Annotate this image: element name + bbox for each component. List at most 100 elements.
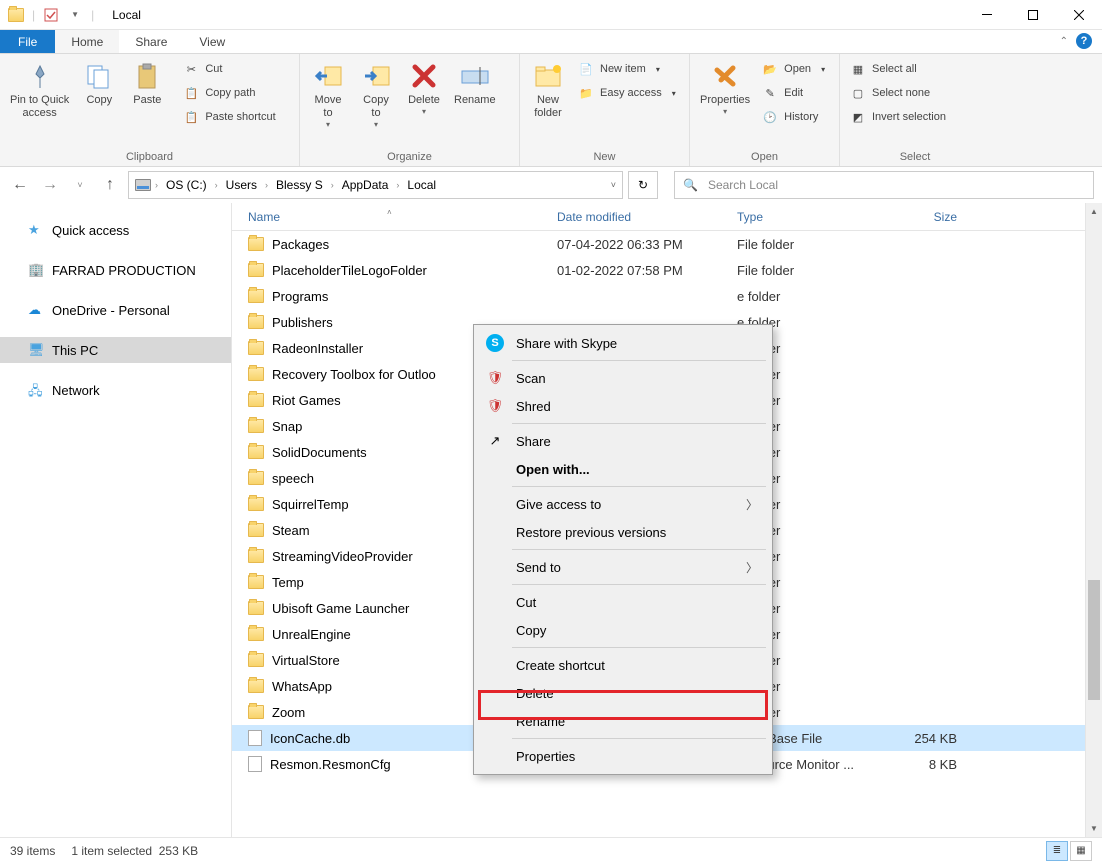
tree-farrad[interactable]: 🏢FARRAD PRODUCTION <box>0 257 231 283</box>
address-bar[interactable]: › OS (C:)› Users› Blessy S› AppData› Loc… <box>128 171 623 199</box>
file-name: Riot Games <box>272 393 341 408</box>
file-row[interactable]: Packages07-04-2022 06:33 PMFile folder <box>232 231 1085 257</box>
tab-file[interactable]: File <box>0 30 55 53</box>
cm-properties[interactable]: Properties <box>476 742 770 770</box>
scroll-up-icon[interactable]: ▲ <box>1086 203 1102 220</box>
delete-button[interactable]: Delete ▾ <box>402 58 446 118</box>
tree-onedrive[interactable]: ☁OneDrive - Personal <box>0 297 231 323</box>
file-name: Steam <box>272 523 310 538</box>
properties-button[interactable]: Properties ▾ <box>696 58 754 118</box>
star-icon: ★ <box>28 222 44 238</box>
cm-scan[interactable]: 🛡Scan <box>476 364 770 392</box>
qat-divider: | <box>32 8 35 22</box>
copy-button[interactable]: Copy <box>77 58 121 109</box>
cut-button[interactable]: ✂Cut <box>179 58 279 80</box>
tree-this-pc[interactable]: 🖥This PC <box>0 337 231 363</box>
select-all-button[interactable]: ▦Select all <box>846 58 950 80</box>
cm-rename[interactable]: Rename <box>476 707 770 735</box>
back-button[interactable]: ← <box>8 173 32 197</box>
copy-path-button[interactable]: 📋Copy path <box>179 82 279 104</box>
copy-to-button[interactable]: Copy to ▾ <box>354 58 398 131</box>
file-name: Snap <box>272 419 302 434</box>
copy-path-icon: 📋 <box>183 85 199 101</box>
new-folder-button[interactable]: New folder <box>526 58 570 122</box>
file-name: SquirrelTemp <box>272 497 349 512</box>
easy-access-button[interactable]: 📁Easy access▾ <box>574 82 680 104</box>
address-dropdown-icon[interactable]: ˅ <box>611 180 616 190</box>
file-row[interactable]: Programse folder <box>232 283 1085 309</box>
cm-give-access[interactable]: Give access to〉 <box>476 490 770 518</box>
column-type[interactable]: Type <box>737 210 887 224</box>
cm-restore[interactable]: Restore previous versions <box>476 518 770 546</box>
cm-open-with[interactable]: Open with... <box>476 455 770 483</box>
file-name: Packages <box>272 237 329 252</box>
collapse-ribbon-icon[interactable]: ⌃ <box>1060 36 1068 47</box>
folder-app-icon <box>8 7 24 23</box>
scroll-down-icon[interactable]: ▼ <box>1086 820 1102 837</box>
icons-view-icon[interactable]: ▦ <box>1070 841 1092 861</box>
tree-network[interactable]: 🖧Network <box>0 377 231 403</box>
new-item-button[interactable]: 📄New item▾ <box>574 58 680 80</box>
cm-cut[interactable]: Cut <box>476 588 770 616</box>
breadcrumb-local[interactable]: Local <box>403 178 440 192</box>
qat-properties-icon[interactable] <box>43 7 59 23</box>
up-button[interactable]: ↑ <box>98 173 122 197</box>
close-button[interactable] <box>1056 0 1102 30</box>
refresh-button[interactable]: ↻ <box>628 171 658 199</box>
select-none-button[interactable]: ▢Select none <box>846 82 950 104</box>
edit-button[interactable]: ✎Edit <box>758 82 829 104</box>
cm-create-shortcut[interactable]: Create shortcut <box>476 651 770 679</box>
column-date[interactable]: Date modified <box>557 210 737 224</box>
vertical-scrollbar[interactable]: ▲ ▼ <box>1085 203 1102 837</box>
paste-button[interactable]: Paste <box>125 58 169 109</box>
folder-icon <box>248 523 264 537</box>
breadcrumb-user[interactable]: Blessy S <box>272 178 327 192</box>
cm-delete[interactable]: Delete <box>476 679 770 707</box>
scroll-thumb[interactable] <box>1088 580 1100 700</box>
recent-dropdown[interactable]: ˅ <box>68 173 92 197</box>
folder-icon <box>248 601 264 615</box>
cm-copy[interactable]: Copy <box>476 616 770 644</box>
tab-view[interactable]: View <box>183 30 241 53</box>
paste-shortcut-button[interactable]: 📋Paste shortcut <box>179 106 279 128</box>
qat-dropdown-icon[interactable]: ▼ <box>67 7 83 23</box>
open-button[interactable]: 📂Open▾ <box>758 58 829 80</box>
file-name: WhatsApp <box>272 679 332 694</box>
cm-send-to[interactable]: Send to〉 <box>476 553 770 581</box>
folder-icon <box>248 237 264 251</box>
details-view-icon[interactable]: ≣ <box>1046 841 1068 861</box>
minimize-button[interactable] <box>964 0 1010 30</box>
column-size[interactable]: Size <box>887 210 967 224</box>
cm-share[interactable]: ↗Share <box>476 427 770 455</box>
tree-quick-access[interactable]: ★Quick access <box>0 217 231 243</box>
folder-icon <box>248 263 264 277</box>
file-name: VirtualStore <box>272 653 340 668</box>
tab-home[interactable]: Home <box>55 30 119 53</box>
status-selected: 1 item selected 253 KB <box>71 844 198 858</box>
breadcrumb-os[interactable]: OS (C:) <box>162 178 211 192</box>
rename-button[interactable]: Rename <box>450 58 500 109</box>
file-name: PlaceholderTileLogoFolder <box>272 263 427 278</box>
invert-icon: ◩ <box>850 109 866 125</box>
paste-shortcut-icon: 📋 <box>183 109 199 125</box>
cm-share-skype[interactable]: SShare with Skype <box>476 329 770 357</box>
maximize-button[interactable] <box>1010 0 1056 30</box>
breadcrumb-appdata[interactable]: AppData <box>338 178 393 192</box>
move-to-button[interactable]: Move to ▾ <box>306 58 350 131</box>
share-icon: ↗ <box>486 432 504 450</box>
menu-bar: File Home Share View ⌃ ? <box>0 30 1102 54</box>
cm-shred[interactable]: 🛡Shred <box>476 392 770 420</box>
column-name[interactable]: Name˄ <box>232 210 557 224</box>
tab-share[interactable]: Share <box>119 30 183 53</box>
breadcrumb-users[interactable]: Users <box>222 178 261 192</box>
pin-quick-access-button[interactable]: Pin to Quick access <box>6 58 73 122</box>
navigation-tree: ★Quick access 🏢FARRAD PRODUCTION ☁OneDri… <box>0 203 232 837</box>
invert-selection-button[interactable]: ◩Invert selection <box>846 106 950 128</box>
forward-button[interactable]: → <box>38 173 62 197</box>
help-icon[interactable]: ? <box>1076 33 1092 49</box>
file-row[interactable]: PlaceholderTileLogoFolder01-02-2022 07:5… <box>232 257 1085 283</box>
context-menu: SShare with Skype 🛡Scan 🛡Shred ↗Share Op… <box>473 324 773 775</box>
status-count: 39 items <box>10 844 55 858</box>
search-box[interactable]: 🔍 Search Local <box>674 171 1094 199</box>
history-button[interactable]: 🕑History <box>758 106 829 128</box>
